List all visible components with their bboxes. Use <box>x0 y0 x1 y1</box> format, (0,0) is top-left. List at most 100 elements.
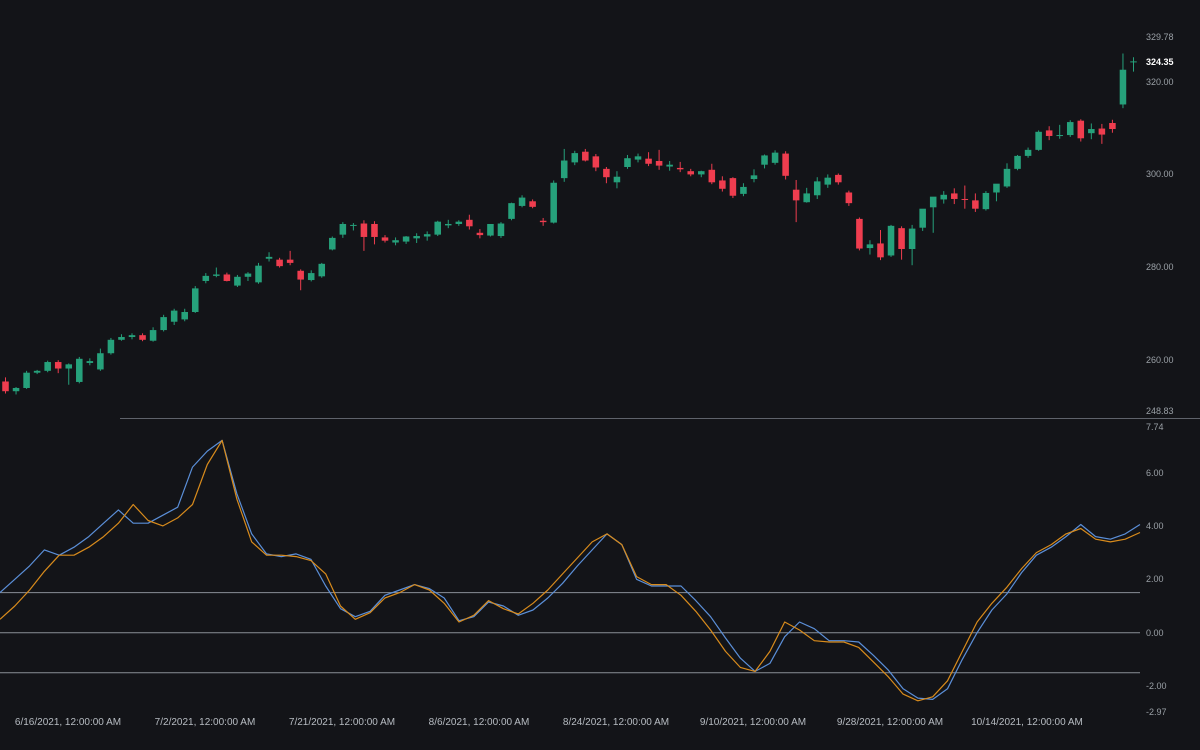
candle[interactable] <box>1045 126 1053 141</box>
candle[interactable] <box>676 161 684 173</box>
candle[interactable] <box>423 231 431 241</box>
candle[interactable] <box>951 188 958 205</box>
candle[interactable] <box>866 240 874 255</box>
candle[interactable] <box>877 230 884 261</box>
candle[interactable] <box>307 270 315 282</box>
candle[interactable] <box>803 187 810 203</box>
candle[interactable] <box>339 222 347 238</box>
candle[interactable] <box>65 363 73 385</box>
candle[interactable] <box>1024 147 1032 158</box>
candle[interactable] <box>413 233 420 243</box>
candle[interactable] <box>1119 53 1127 109</box>
candle[interactable] <box>1056 124 1063 139</box>
candle[interactable] <box>12 387 20 395</box>
candle[interactable] <box>170 308 178 325</box>
candle[interactable] <box>497 222 505 238</box>
candle[interactable] <box>466 214 473 230</box>
candle[interactable] <box>107 337 115 355</box>
candle[interactable] <box>993 183 1000 202</box>
candle[interactable] <box>624 154 631 169</box>
candle[interactable] <box>719 176 726 192</box>
candle[interactable] <box>750 169 758 183</box>
candle[interactable] <box>350 223 357 231</box>
candle[interactable] <box>1088 123 1095 140</box>
candle[interactable] <box>698 170 705 178</box>
candle[interactable] <box>613 171 621 189</box>
candle[interactable] <box>929 196 937 233</box>
candle[interactable] <box>887 224 895 257</box>
candle[interactable] <box>139 333 146 342</box>
candle[interactable] <box>76 356 83 384</box>
candle[interactable] <box>898 226 905 260</box>
candle[interactable] <box>54 360 62 374</box>
candle[interactable] <box>835 173 842 185</box>
candle[interactable] <box>286 250 294 266</box>
candle[interactable] <box>2 377 9 394</box>
candle[interactable] <box>318 262 326 278</box>
candle[interactable] <box>518 195 526 208</box>
candle[interactable] <box>33 369 41 375</box>
candle[interactable] <box>1109 119 1116 133</box>
candle[interactable] <box>645 152 652 167</box>
candle[interactable] <box>360 220 368 251</box>
candle[interactable] <box>455 220 463 226</box>
candle[interactable] <box>381 235 389 243</box>
candle[interactable] <box>128 333 136 340</box>
candle[interactable] <box>982 191 990 211</box>
candle[interactable] <box>476 229 484 239</box>
candle[interactable] <box>592 154 600 172</box>
candle[interactable] <box>529 199 536 209</box>
candle[interactable] <box>856 217 863 251</box>
candle[interactable] <box>655 149 663 170</box>
candle[interactable] <box>761 154 768 169</box>
candle[interactable] <box>603 167 610 184</box>
candle[interactable] <box>560 148 568 182</box>
candle[interactable] <box>234 274 241 287</box>
chart[interactable]: 329.78 324.35 320.00 300.00 280.00 260.0… <box>0 0 1200 750</box>
candle[interactable] <box>265 252 273 262</box>
candle[interactable] <box>434 220 441 237</box>
candle[interactable] <box>582 148 589 162</box>
candle[interactable] <box>708 163 716 185</box>
candle[interactable] <box>687 168 695 177</box>
candle[interactable] <box>740 183 747 197</box>
candle[interactable] <box>1035 130 1042 151</box>
candle[interactable] <box>782 151 789 180</box>
candle[interactable] <box>244 272 252 281</box>
candle[interactable] <box>550 180 557 224</box>
candle[interactable] <box>487 223 494 237</box>
candle[interactable] <box>1098 123 1106 144</box>
candle[interactable] <box>729 177 737 199</box>
candle[interactable] <box>824 174 832 188</box>
candle[interactable] <box>845 190 853 206</box>
candle[interactable] <box>276 257 283 268</box>
candle[interactable] <box>666 160 673 171</box>
candle[interactable] <box>223 272 231 282</box>
candle[interactable] <box>97 348 104 371</box>
candle[interactable] <box>571 150 579 166</box>
candle[interactable] <box>160 314 167 332</box>
candle[interactable] <box>634 153 642 163</box>
candle[interactable] <box>444 219 452 229</box>
candle[interactable] <box>402 236 410 244</box>
candle[interactable] <box>972 193 979 212</box>
candle[interactable] <box>1077 119 1085 142</box>
candle[interactable] <box>1003 163 1011 188</box>
candle[interactable] <box>940 191 948 204</box>
candle[interactable] <box>919 208 926 231</box>
candle[interactable] <box>213 267 220 278</box>
candle[interactable] <box>961 185 969 209</box>
candle[interactable] <box>1014 154 1021 171</box>
candle[interactable] <box>86 358 94 366</box>
candle[interactable] <box>329 236 336 251</box>
candle[interactable] <box>118 334 125 341</box>
candle[interactable] <box>149 327 157 342</box>
candle[interactable] <box>202 273 210 284</box>
candle[interactable] <box>191 286 199 313</box>
candle[interactable] <box>1066 120 1074 137</box>
candle[interactable] <box>813 177 821 199</box>
candle[interactable] <box>771 150 779 165</box>
candle[interactable] <box>371 221 378 245</box>
candle[interactable] <box>539 217 547 226</box>
candle[interactable] <box>1130 57 1137 72</box>
